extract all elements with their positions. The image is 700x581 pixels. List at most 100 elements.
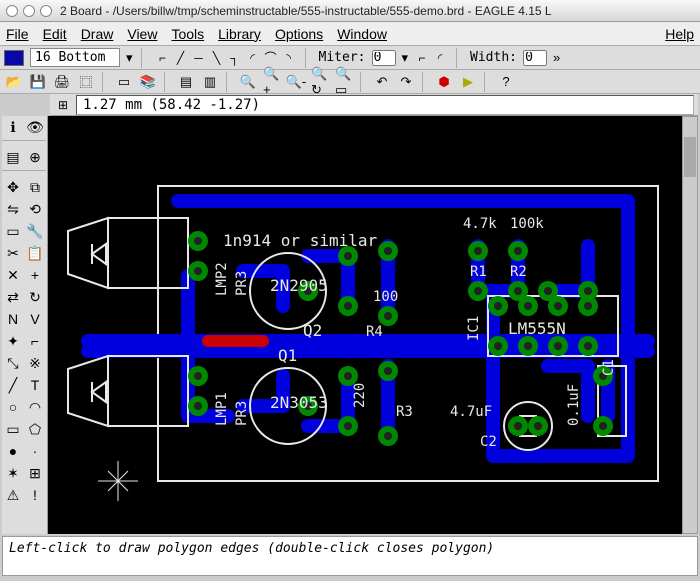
zoom-out-icon[interactable]: 🔍- (286, 73, 306, 91)
layer-tool[interactable]: ▤ (2, 146, 24, 168)
menu-help[interactable]: Help (665, 26, 694, 42)
redo-icon[interactable]: ↷ (396, 73, 416, 91)
label-q1v: 2N3053 (270, 393, 328, 412)
menu-options[interactable]: Options (275, 26, 323, 42)
label-d1: 1n914 or similar (223, 231, 377, 250)
optimize-tool[interactable]: ※ (24, 352, 46, 374)
change-tool[interactable]: 🔧 (24, 220, 46, 242)
bend-arc3-icon[interactable]: ◝ (281, 50, 297, 66)
smash-tool[interactable]: ✦ (2, 330, 24, 352)
menu-edit[interactable]: Edit (43, 26, 67, 42)
split-tool[interactable]: ⤡ (2, 352, 24, 374)
route-tool[interactable]: ╱ (2, 374, 24, 396)
value-tool[interactable]: V (24, 308, 46, 330)
replace-tool[interactable]: ↻ (24, 286, 46, 308)
minimize-window-button[interactable] (23, 5, 35, 17)
stop-icon[interactable]: ⬢ (434, 73, 454, 91)
grid-icon[interactable]: ⊞ (54, 96, 72, 114)
bend-arc1-icon[interactable]: ◜ (245, 50, 261, 66)
name-tool[interactable]: N (2, 308, 24, 330)
bend-arc2-icon[interactable]: ⌒ (263, 50, 279, 66)
label-lmp1: LMP1 (214, 392, 230, 426)
label-r2v: 100k (510, 216, 544, 232)
zoom-in-icon[interactable]: 🔍+ (262, 73, 282, 91)
more-icon[interactable]: » (553, 50, 560, 65)
vertical-scrollbar[interactable] (682, 116, 698, 534)
via-tool[interactable]: ● (2, 440, 24, 462)
menu-window[interactable]: Window (337, 26, 387, 42)
ratsnest-tool[interactable]: ✶ (2, 462, 24, 484)
menu-file[interactable]: File (6, 26, 29, 42)
move-tool[interactable]: ✥ (2, 176, 24, 198)
status-bar: Left-click to draw polygon edges (double… (2, 536, 698, 576)
copy-tool[interactable]: ⧉ (24, 176, 46, 198)
rect-tool[interactable]: ▭ (2, 418, 24, 440)
menu-view[interactable]: View (127, 26, 157, 42)
mark-tool[interactable]: ⊕ (24, 146, 46, 168)
bend-4-icon[interactable]: ┐ (227, 50, 243, 66)
layer-color-swatch[interactable] (4, 50, 24, 66)
undo-icon[interactable]: ↶ (372, 73, 392, 91)
ulp-icon[interactable]: ▥ (200, 73, 220, 91)
poly-tool[interactable]: ⬠ (24, 418, 46, 440)
wire-bend-icons[interactable]: ⌐ ╱ ─ ╲ ┐ ◜ ⌒ ◝ (155, 50, 297, 66)
dropdown-icon[interactable]: ▾ (126, 50, 133, 66)
close-window-button[interactable] (6, 5, 18, 17)
miter-style1-icon[interactable]: ⌐ (414, 50, 430, 66)
miter-tool[interactable]: ⌐ (24, 330, 46, 352)
print-icon[interactable]: 🖨 (52, 73, 72, 91)
rotate-tool[interactable]: ⟲ (24, 198, 46, 220)
bend-1-icon[interactable]: ╱ (173, 50, 189, 66)
miter-input[interactable] (372, 50, 396, 66)
erc-tool[interactable]: ⚠ (2, 484, 24, 506)
save-icon[interactable]: 💾 (28, 73, 48, 91)
label-lmp2: LMP2 (214, 262, 230, 296)
menu-draw[interactable]: Draw (81, 26, 114, 42)
help-icon[interactable]: ? (496, 73, 516, 91)
miter-style2-icon[interactable]: ◜ (432, 50, 448, 66)
go-icon[interactable]: ▶ (458, 73, 478, 91)
label-q2v: 2N2905 (270, 276, 328, 295)
cut-tool[interactable]: ✂ (2, 242, 24, 264)
miter-label: Miter: (319, 50, 366, 65)
menu-library[interactable]: Library (218, 26, 261, 42)
text-tool[interactable]: T (24, 374, 46, 396)
arc-tool[interactable]: ◠ (24, 396, 46, 418)
circle-tool[interactable]: ○ (2, 396, 24, 418)
board-canvas[interactable]: 1n914 or similar 2N2905 Q2 2N3053 Q1 4.7… (48, 116, 682, 534)
group-tool[interactable]: ▭ (2, 220, 24, 242)
menu-tools[interactable]: Tools (171, 26, 204, 42)
lib-icon[interactable]: 📚 (138, 73, 158, 91)
errors-tool[interactable]: ! (24, 484, 46, 506)
cam-icon[interactable]: ⿴ (76, 73, 96, 91)
window-title: 2 Board - /Users/billw/tmp/scheminstruct… (60, 4, 552, 18)
zoom-window-button[interactable] (40, 5, 52, 17)
bend-3-icon[interactable]: ╲ (209, 50, 225, 66)
dropdown-icon[interactable]: ▾ (402, 50, 409, 66)
delete-tool[interactable]: ✕ (2, 264, 24, 286)
bend-0-icon[interactable]: ⌐ (155, 50, 171, 66)
label-q1: Q1 (278, 346, 297, 365)
width-input[interactable] (523, 50, 547, 66)
signal-tool[interactable]: · (24, 440, 46, 462)
zoom-select-icon[interactable]: 🔍▭ (334, 73, 354, 91)
eye-tool[interactable]: 👁 (24, 116, 46, 138)
label-r3v: 220 (352, 383, 368, 408)
action-toolbar: 📂 💾 🖨 ⿴ ▭ 📚 ▤ ▥ 🔍 🔍+ 🔍- 🔍↻ 🔍▭ ↶ ↷ ⬢ ▶ ? (0, 70, 700, 94)
mirror-tool[interactable]: ⇋ (2, 198, 24, 220)
auto-tool[interactable]: ⊞ (24, 462, 46, 484)
scrollbar-thumb[interactable] (684, 137, 696, 177)
bend-2-icon[interactable]: ─ (191, 50, 207, 66)
open-icon[interactable]: 📂 (4, 73, 24, 91)
board-icon[interactable]: ▭ (114, 73, 134, 91)
pinswap-tool[interactable]: ⇄ (2, 286, 24, 308)
info-tool[interactable]: ℹ (2, 116, 24, 138)
zoom-fit-icon[interactable]: 🔍 (238, 73, 258, 91)
label-c2v: 4.7uF (450, 404, 492, 420)
paste-tool[interactable]: 📋 (24, 242, 46, 264)
script-icon[interactable]: ▤ (176, 73, 196, 91)
layer-select[interactable]: 16 Bottom (30, 48, 120, 67)
titlebar: 2 Board - /Users/billw/tmp/scheminstruct… (0, 0, 700, 22)
add-tool[interactable]: + (24, 264, 46, 286)
zoom-redraw-icon[interactable]: 🔍↻ (310, 73, 330, 91)
